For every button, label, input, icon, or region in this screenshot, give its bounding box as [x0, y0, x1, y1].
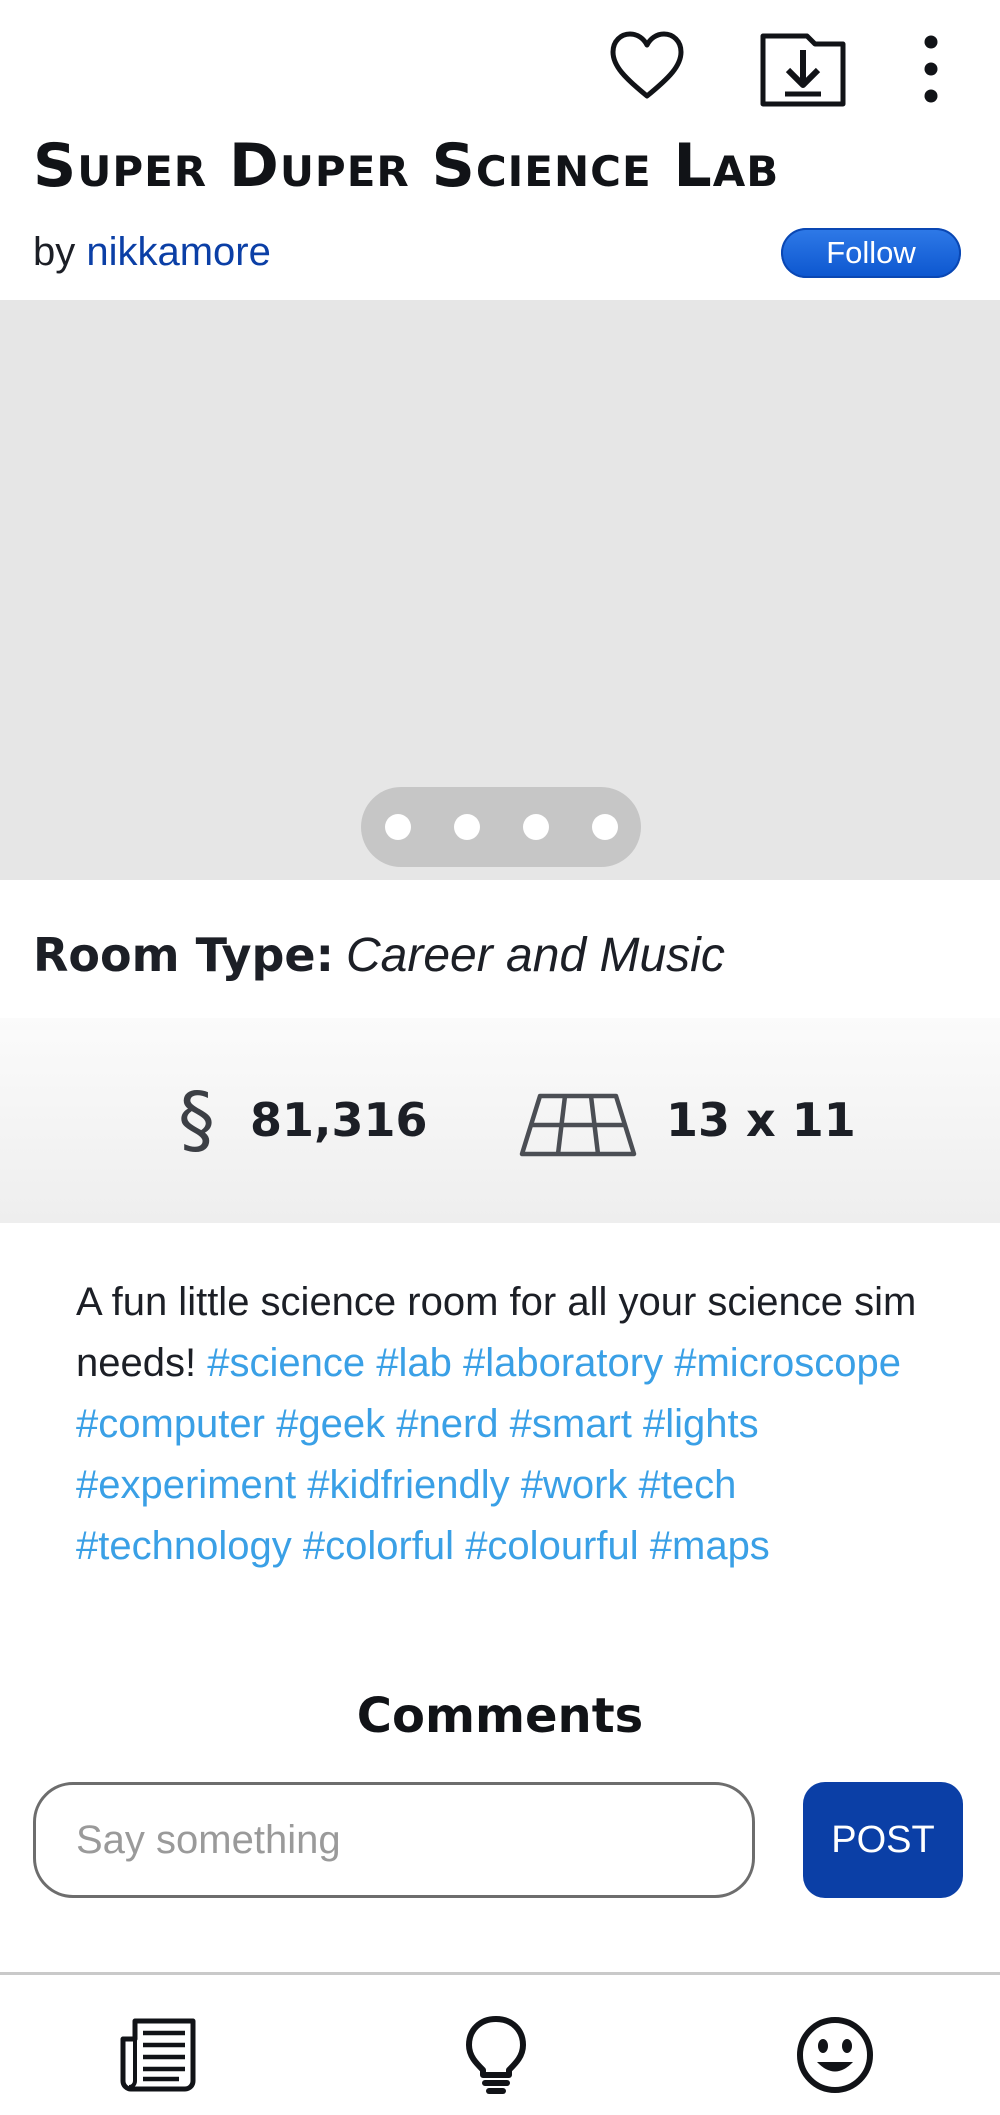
room-price: 81,316: [250, 1093, 428, 1147]
hashtag[interactable]: #computer: [76, 1402, 265, 1446]
room-stats: § 81,316 13 x 11: [0, 1018, 1000, 1223]
room-size: 13 x 11: [666, 1093, 856, 1147]
image-gallery[interactable]: [0, 300, 1000, 880]
download-icon[interactable]: [759, 28, 847, 108]
more-vertical-icon[interactable]: [916, 28, 946, 108]
top-action-bar: [0, 26, 1000, 116]
comment-input[interactable]: [33, 1782, 755, 1898]
pagination-dot[interactable]: [453, 814, 480, 840]
pagination-dot[interactable]: [591, 814, 618, 840]
follow-button[interactable]: Follow: [781, 228, 961, 278]
hashtag[interactable]: #technology: [76, 1524, 292, 1568]
hashtag[interactable]: #kidfriendly: [307, 1463, 509, 1507]
lightbulb-icon[interactable]: [456, 2015, 536, 2095]
hashtag[interactable]: #nerd: [396, 1402, 498, 1446]
hashtag[interactable]: #lights: [643, 1402, 759, 1446]
byline-prefix: by: [33, 230, 87, 274]
bottom-nav: [0, 1972, 1000, 2115]
room-description: A fun little science room for all your s…: [76, 1272, 956, 1577]
hashtag[interactable]: #colourful: [465, 1524, 638, 1568]
post-button[interactable]: POST: [803, 1782, 963, 1898]
pagination-dot[interactable]: [384, 814, 411, 840]
hashtag[interactable]: #tech: [639, 1463, 737, 1507]
smiley-icon[interactable]: [795, 2015, 875, 2095]
heart-icon[interactable]: [607, 28, 687, 108]
hashtag[interactable]: #maps: [650, 1524, 770, 1568]
room-type-label: Room Type:: [33, 928, 334, 982]
floor-grid-icon: [519, 1093, 637, 1157]
hashtag[interactable]: #work: [521, 1463, 628, 1507]
hashtag[interactable]: #microscope: [674, 1341, 901, 1385]
room-type-value: Career and Music: [346, 929, 725, 982]
room-type: Room Type: Career and Music: [33, 928, 725, 988]
hashtag[interactable]: #laboratory: [463, 1341, 663, 1385]
hashtag[interactable]: #colorful: [303, 1524, 454, 1568]
hashtag[interactable]: #science: [207, 1341, 365, 1385]
byline: by nikkamore: [33, 228, 271, 276]
page-title: Super Duper Science Lab: [33, 131, 780, 201]
pagination-dot[interactable]: [522, 814, 549, 840]
author-link[interactable]: nikkamore: [86, 230, 271, 274]
simoleon-icon: §: [178, 1077, 215, 1163]
gallery-pagination: [361, 787, 641, 867]
newspaper-icon[interactable]: [119, 2015, 199, 2095]
hashtag[interactable]: #experiment: [76, 1463, 296, 1507]
hashtag[interactable]: #smart: [510, 1402, 632, 1446]
hashtag[interactable]: #lab: [376, 1341, 452, 1385]
hashtag[interactable]: #geek: [276, 1402, 385, 1446]
comments-heading: Comments: [356, 1688, 644, 1744]
